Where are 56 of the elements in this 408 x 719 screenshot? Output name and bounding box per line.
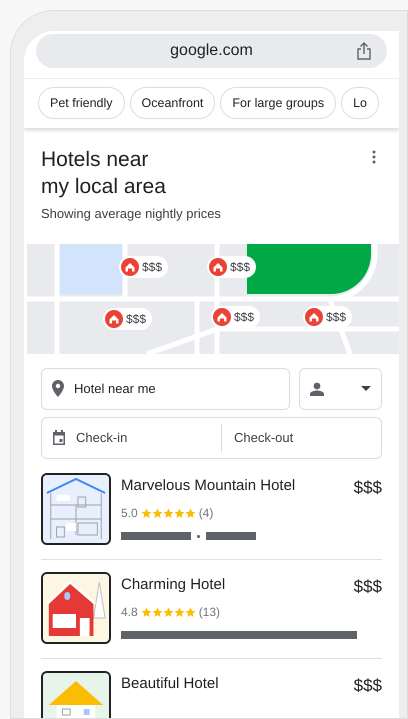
- house-icon: [105, 310, 123, 328]
- star-icon: [184, 508, 196, 518]
- check-out-label[interactable]: Check-out: [222, 428, 294, 448]
- hotel-price-pin[interactable]: $$$: [211, 306, 260, 328]
- star-icon: [162, 508, 174, 518]
- star-icon: [162, 606, 174, 618]
- location-pin-icon: [52, 380, 64, 397]
- hotel-price-pin[interactable]: $$$: [119, 256, 168, 278]
- address-bar[interactable]: google.com: [36, 34, 387, 68]
- dates-field[interactable]: Check-in Check-out: [41, 416, 382, 458]
- calendar-icon: [52, 430, 66, 445]
- rating-value: 5.0: [121, 505, 138, 522]
- results-subtitle: Showing average nightly prices: [41, 205, 222, 223]
- house-icon: [209, 258, 227, 276]
- location-field[interactable]: Hotel near me: [41, 368, 290, 410]
- star-icon: [174, 606, 185, 618]
- check-in-label[interactable]: Check-in: [76, 428, 128, 448]
- star-icon: [174, 508, 185, 518]
- map[interactable]: $$$ $$$ $$$ $$$ $$$: [27, 244, 399, 354]
- house-icon: [121, 258, 139, 276]
- water-area: [59, 244, 125, 294]
- house-icon: [213, 308, 231, 326]
- hotel-name[interactable]: Charming Hotel: [121, 574, 226, 599]
- url-text: google.com: [170, 41, 253, 61]
- guests-dropdown[interactable]: [299, 368, 382, 410]
- share-icon[interactable]: [356, 42, 372, 60]
- house-icon: [305, 308, 323, 326]
- star-icon: [140, 606, 152, 618]
- hotel-price-pin[interactable]: $$$: [207, 256, 256, 278]
- star-icon: [152, 508, 163, 518]
- review-count: (13): [198, 604, 220, 621]
- filter-chip[interactable]: Pet friendly: [38, 87, 125, 119]
- filter-chip[interactable]: Oceanfront: [130, 87, 216, 119]
- filter-chip[interactable]: For large groups: [220, 87, 336, 119]
- location-value: Hotel near me: [74, 380, 156, 398]
- hotel-drawing[interactable]: [41, 572, 111, 644]
- hotel-price: $$$: [354, 476, 382, 498]
- hotel-price: $$$: [354, 576, 382, 598]
- person-icon: [310, 382, 324, 396]
- filter-chip[interactable]: Lo: [341, 87, 379, 119]
- more-options-icon[interactable]: [372, 150, 376, 164]
- star-icon: [184, 606, 196, 618]
- placeholder-bar: [121, 532, 191, 540]
- placeholder-bar: [206, 532, 256, 540]
- results-title: Hotels near my local area: [41, 147, 166, 200]
- star-icon: [152, 606, 163, 618]
- caret-icon: [361, 386, 371, 392]
- hotel-drawing[interactable]: [41, 472, 111, 544]
- review-count: (4): [198, 505, 214, 522]
- rating-value: 4.8: [121, 604, 138, 621]
- hotel-name[interactable]: Marvelous Mountain Hotel: [121, 474, 296, 500]
- hotel-price: $$$: [354, 674, 382, 696]
- hotel-name[interactable]: Beautiful Hotel: [121, 672, 219, 698]
- hotel-price-pin[interactable]: $$$: [303, 306, 352, 328]
- star-icon: [140, 508, 152, 518]
- hotel-price-pin[interactable]: $$$: [103, 308, 152, 330]
